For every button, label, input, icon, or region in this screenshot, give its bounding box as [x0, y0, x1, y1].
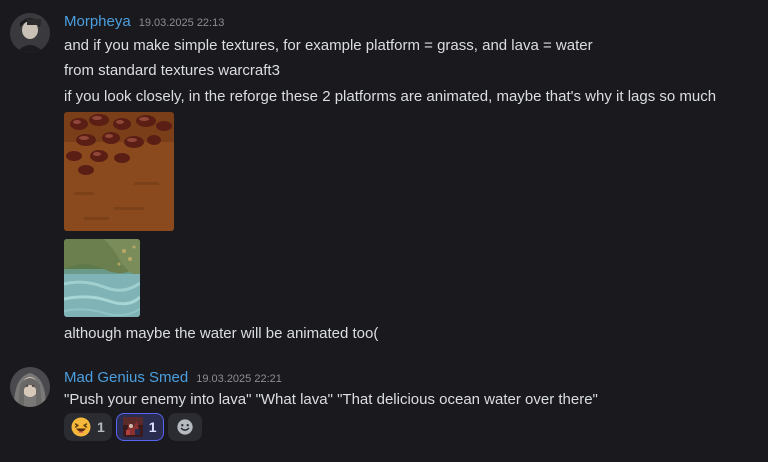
- user-avatar-icon: [10, 13, 50, 53]
- add-reaction-smiley-icon: [176, 419, 193, 435]
- reaction-count: 1: [97, 419, 105, 435]
- chat-log: Morpheya 19.03.2025 22:13 and if you mak…: [0, 0, 768, 462]
- reaction-count: 1: [148, 419, 157, 435]
- add-reaction-button[interactable]: [167, 413, 202, 441]
- message-text: from standard textures warcraft3: [64, 62, 280, 79]
- user-avatar-icon: [10, 367, 50, 407]
- reaction-laughing[interactable]: 1: [64, 413, 112, 441]
- message-text: "Push your enemy into lava" "What lava" …: [64, 391, 598, 408]
- avatar[interactable]: [10, 367, 50, 407]
- lava-texture-image[interactable]: [64, 112, 174, 231]
- reactions-bar: 1 1: [64, 413, 202, 441]
- message-text: if you look closely, in the reforge thes…: [64, 88, 717, 105]
- timestamp: 19.03.2025 22:13: [138, 17, 225, 29]
- custom-emoji-icon: [122, 417, 143, 437]
- message-header: Mad Genius Smed 19.03.2025 22:21: [64, 369, 282, 386]
- avatar[interactable]: [10, 13, 50, 53]
- username[interactable]: Mad Genius Smed: [64, 369, 188, 386]
- username[interactable]: Morpheya: [64, 13, 131, 30]
- laughing-face-icon: [71, 417, 91, 437]
- message-header: Morpheya 19.03.2025 22:13: [64, 13, 224, 30]
- water-texture-image[interactable]: [64, 239, 140, 317]
- reaction-custom-emoji[interactable]: 1: [115, 413, 164, 441]
- timestamp: 19.03.2025 22:21: [196, 373, 282, 385]
- message-text: although maybe the water will be animate…: [64, 325, 379, 342]
- message-text: and if you make simple textures, for exa…: [64, 37, 593, 54]
